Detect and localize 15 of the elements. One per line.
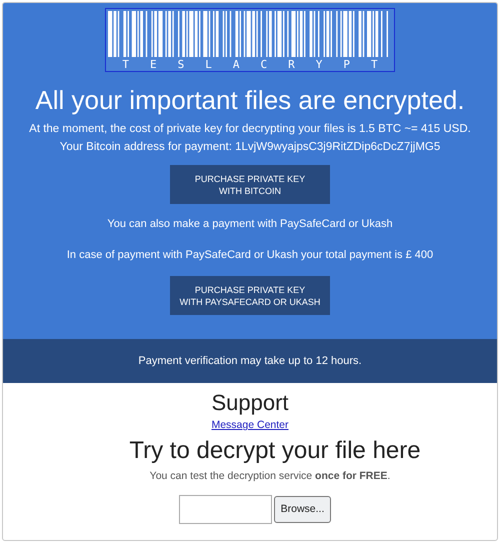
alt-total-text: In case of payment with PaySafeCard or Ukash your total payment is £ 400: [66, 248, 434, 263]
address-text: Your Bitcoin address for payment: 1LvjW9wyajpsC3j9RitZDip6cDcZ7jjMG5: [60, 140, 440, 155]
message-center-link[interactable]: Message Center: [211, 418, 289, 432]
verification-note: Payment verification may take up to 12 hours.: [138, 354, 362, 369]
decrypt-title: Try to decrypt your file here: [129, 436, 421, 466]
logo-text: TESLACRYPT: [121, 59, 399, 71]
file-path-field[interactable]: [178, 495, 272, 524]
purchase-button[interactable]: PURCHASE PRIVATE KEY WITH PAYSAFECARD OR UKASH: [170, 276, 330, 315]
support-title: Support: [211, 389, 289, 417]
decrypt-note: You can test the decryption service once for FREE.: [150, 469, 390, 483]
purchase-button[interactable]: PURCHASE PRIVATE KEY WITH BITCOIN: [170, 165, 330, 204]
cost-text: At the moment, the cost of private key for decrypting your files is 1.5 BTC ~= 415 USD.: [29, 122, 471, 137]
browse-button[interactable]: Browse...: [274, 496, 332, 523]
headline: All your important files are encrypted.: [35, 84, 465, 116]
alt-payment-text: You can also make a payment with PaySafeCard or Ukash: [107, 217, 393, 232]
